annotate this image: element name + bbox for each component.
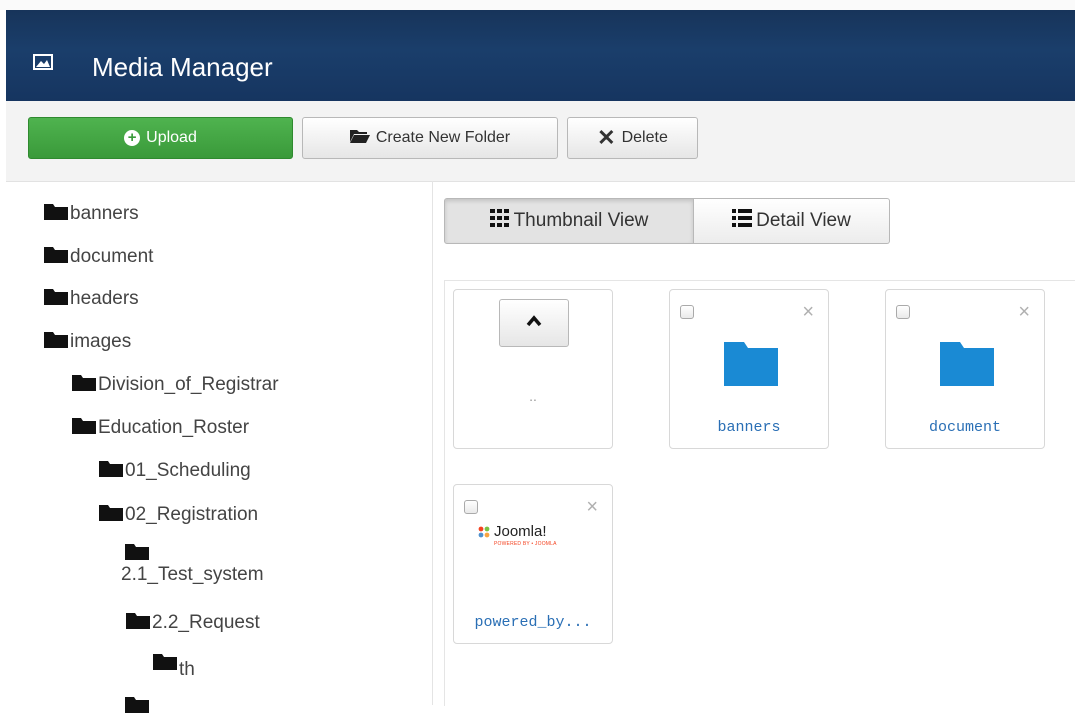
thumb-folder[interactable]: × banners (669, 289, 829, 449)
folder-icon (940, 342, 994, 391)
folder-icon (724, 342, 778, 391)
upload-label: Upload (146, 129, 197, 146)
tree-item-label: document (70, 246, 154, 267)
tree-item-label: banners (70, 203, 139, 224)
close-icon[interactable]: × (1018, 302, 1030, 322)
tree-item-2-1-test-system[interactable]: 2.1_Test_system (121, 544, 264, 586)
tree-item-images[interactable]: images (44, 331, 131, 353)
upload-button[interactable]: + Upload (28, 117, 293, 159)
tree-item-headers[interactable]: headers (44, 288, 139, 310)
tree-item-partial[interactable] (125, 696, 151, 718)
folder-icon (153, 654, 177, 670)
top-strip (0, 0, 1075, 10)
tree-item-education-roster[interactable]: Education_Roster (72, 417, 249, 439)
folder-icon (44, 204, 68, 220)
thumb-name[interactable]: banners (670, 419, 828, 436)
page-header: Media Manager (6, 10, 1075, 101)
tree-item-label: 02_Registration (125, 504, 259, 525)
delete-label: Delete (621, 129, 668, 146)
tree-item-label: Division_of_Registrar (98, 374, 279, 395)
thumb-name[interactable]: document (886, 419, 1044, 436)
thumb-folder[interactable]: × document (885, 289, 1045, 449)
tree-item-label: 2.2_Request (152, 612, 260, 633)
folder-open-icon (349, 129, 370, 148)
close-icon[interactable]: × (802, 302, 814, 322)
page-title: Media Manager (92, 52, 273, 82)
tree-item-label: headers (70, 288, 139, 309)
joomla-logo: Joomla! POWERED BY • JOOMLA (478, 523, 598, 547)
create-folder-button[interactable]: Create New Folder (302, 117, 558, 159)
detail-view-label: Detail View (756, 210, 851, 231)
close-icon[interactable]: × (586, 497, 598, 517)
close-icon: ✕ (597, 125, 616, 150)
tree-item-label: Education_Roster (98, 417, 250, 438)
tree-item-banners[interactable]: banners (44, 203, 139, 225)
tree-item-01-scheduling[interactable]: 01_Scheduling (99, 460, 251, 482)
folder-icon (44, 247, 68, 263)
folder-icon (126, 613, 150, 629)
tree-item-label: 01_Scheduling (125, 460, 251, 481)
select-checkbox[interactable] (464, 500, 478, 514)
plus-circle-icon: + (124, 130, 141, 146)
thumbnail-view-label: Thumbnail View (513, 210, 649, 231)
tree-item-label: th (179, 659, 195, 680)
joomla-logo-text: Joomla! (494, 523, 547, 540)
delete-button[interactable]: ✕ Delete (567, 117, 698, 159)
grid-icon (489, 209, 510, 233)
folder-icon (72, 418, 96, 434)
toolbar: + Upload Create New Folder ✕ Delete (6, 101, 1075, 182)
folder-icon (125, 544, 149, 560)
thumb-name[interactable]: powered_by... (454, 614, 612, 631)
folder-tree: banners document headers images Division… (0, 181, 432, 713)
tree-item-label: images (70, 331, 132, 352)
thumb-up[interactable]: .. (453, 289, 613, 449)
up-folder-button[interactable] (499, 299, 569, 347)
detail-view-button[interactable]: Detail View (694, 198, 890, 244)
folder-icon (44, 289, 68, 305)
tree-item-division-of-registrar[interactable]: Division_of_Registrar (72, 374, 279, 396)
image-icon (33, 54, 53, 70)
folder-icon (125, 697, 149, 713)
panel-divider (432, 181, 433, 705)
folder-icon (44, 332, 68, 348)
tree-item-document[interactable]: document (44, 246, 153, 268)
folder-icon (72, 375, 96, 391)
tree-item-th[interactable]: th (153, 653, 195, 681)
thumbnail-view-button[interactable]: Thumbnail View (444, 198, 694, 244)
create-folder-label: Create New Folder (375, 129, 511, 146)
folder-icon (99, 505, 123, 521)
joomla-logo-subtext: POWERED BY • JOOMLA (494, 541, 557, 547)
list-icon (732, 209, 753, 233)
select-checkbox[interactable] (896, 305, 910, 319)
tree-item-02-registration[interactable]: 02_Registration (99, 504, 258, 526)
chevron-up-icon (526, 314, 542, 332)
select-checkbox[interactable] (680, 305, 694, 319)
joomla-mark-icon (478, 526, 490, 537)
thumbnail-grid: .. × banners × document × Joomla! POWERE… (444, 280, 1075, 706)
up-label: .. (529, 388, 537, 404)
view-toggle: Thumbnail View Detail View (444, 198, 890, 244)
thumb-image[interactable]: × Joomla! POWERED BY • JOOMLA powered_by… (453, 484, 613, 644)
tree-item-2-2-request[interactable]: 2.2_Request (126, 612, 260, 634)
tree-item-label: 2.1_Test_system (121, 564, 264, 585)
folder-icon (99, 461, 123, 477)
